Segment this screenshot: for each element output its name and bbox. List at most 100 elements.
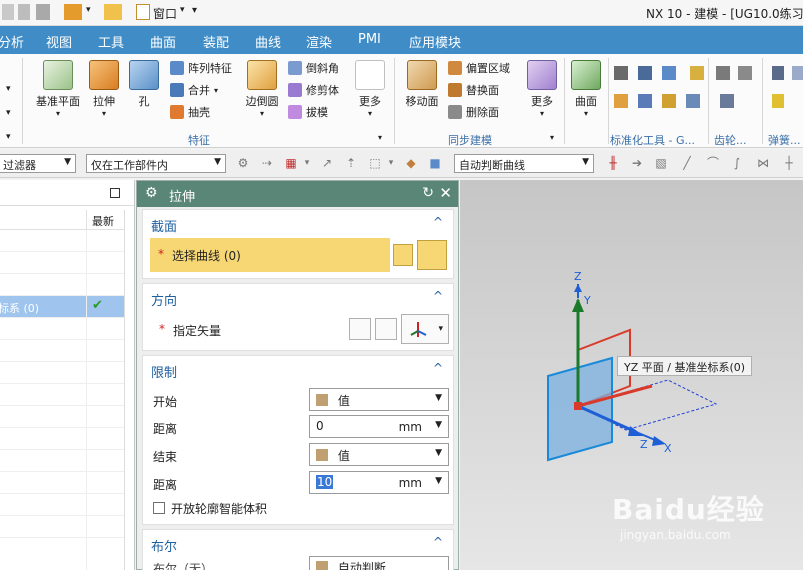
select-filter-icon[interactable]: ▦ (284, 156, 298, 170)
body-select-icon[interactable]: ■ (428, 156, 442, 170)
origin-point[interactable] (574, 402, 582, 410)
close-icon[interactable]: ✕ (439, 184, 452, 202)
gear-tool-icon-4[interactable] (720, 94, 734, 108)
table-row[interactable] (0, 428, 124, 450)
redo-icon[interactable] (2, 4, 14, 20)
rect-select-chevron-icon[interactable]: ▾ (384, 156, 398, 170)
boolean-select[interactable]: 自动判断 (309, 556, 449, 570)
vector-type-dropdown[interactable]: ▾ (401, 314, 449, 344)
point-icon[interactable]: ⋈ (756, 156, 770, 170)
gear-label[interactable]: 齿轮... (714, 132, 747, 148)
gear-tool-icon-2[interactable] (716, 66, 730, 80)
unite-button[interactable]: 合并 ▾ (170, 82, 218, 98)
distance2-input[interactable]: 10 mm ▼ (309, 471, 449, 494)
std-tool-icon-3[interactable] (662, 66, 676, 80)
datum-plane-button[interactable]: 基准平面 ▾ (34, 60, 82, 118)
table-row[interactable] (0, 318, 124, 340)
reset-icon[interactable]: ↻ (422, 185, 434, 201)
select-filter-chevron-icon[interactable]: ▾ (300, 156, 314, 170)
paste-icon[interactable] (36, 4, 50, 20)
ribbon-left-chevron-icon-2[interactable]: ▾ (6, 108, 11, 118)
cross-icon[interactable]: ┼ (782, 156, 796, 170)
spring-tool-icon-1[interactable] (772, 66, 784, 80)
spring-tool-icon-3[interactable] (772, 94, 784, 108)
table-row[interactable] (0, 406, 124, 428)
spline-icon[interactable]: ∫ (730, 156, 744, 170)
table-row[interactable] (0, 362, 124, 384)
menu-application[interactable]: 应用模块 (409, 32, 461, 51)
gear-tool-icon-3[interactable] (738, 66, 752, 80)
table-row[interactable] (0, 230, 124, 252)
maximize-icon[interactable] (110, 188, 120, 198)
table-row[interactable] (0, 472, 124, 494)
open-profile-checkbox[interactable] (153, 502, 165, 514)
table-row[interactable] (0, 494, 124, 516)
boolean-header[interactable]: 布尔 (151, 536, 177, 555)
distance1-input[interactable]: 0 mm ▼ (309, 415, 449, 438)
std-tool-icon-4[interactable] (614, 94, 628, 108)
window-menu[interactable]: 窗口 (153, 5, 177, 22)
type-filter-combo[interactable]: 过滤器 ▼ (0, 154, 76, 173)
table-row-selected[interactable]: 标系 (0) ✔ (0, 296, 124, 318)
trim-body-button[interactable]: 修剪体 (288, 82, 339, 98)
spring-tool-icon-2[interactable] (792, 66, 803, 80)
window-menu-chevron-icon[interactable]: ▾ (180, 5, 185, 15)
menu-tools[interactable]: 工具 (98, 32, 124, 51)
menu-surface[interactable]: 曲面 (150, 32, 176, 51)
col-latest[interactable]: 最新 (92, 213, 114, 229)
scope-combo[interactable]: 仅在工作部件内 ▼ (86, 154, 226, 173)
feature-group-chevron-icon[interactable]: ▾ (378, 133, 382, 142)
face-select-icon[interactable]: ◆ (404, 156, 418, 170)
gear-filter-icon[interactable]: ⚙ (236, 156, 250, 170)
menu-view[interactable]: 视图 (46, 32, 72, 51)
standard-parts-label[interactable]: 标准化工具 - G... (610, 132, 695, 148)
reverse-direction-icon[interactable] (349, 318, 371, 340)
limits-header[interactable]: 限制 (151, 362, 177, 381)
feature-more-button[interactable]: 更多 ▾ (352, 60, 388, 118)
start-type-select[interactable]: 值 ▼ (309, 388, 449, 411)
ribbon-left-chevron-icon-3[interactable]: ▾ (6, 132, 11, 142)
collapse-icon[interactable]: ^ (433, 535, 443, 549)
collapse-icon[interactable]: ^ (433, 289, 443, 303)
std-tool-icon-2[interactable] (638, 66, 652, 80)
gear-tool-icon-1[interactable] (690, 66, 704, 80)
snap-icon[interactable]: ⇢ (260, 156, 274, 170)
copy-icon[interactable] (18, 4, 30, 20)
offset-region-button[interactable]: 偏置区域 (448, 60, 510, 76)
delete-face-button[interactable]: 删除面 (448, 104, 499, 120)
menu-analysis[interactable]: 分析 (0, 32, 24, 51)
chevron-down-icon[interactable]: ▾ (86, 5, 91, 15)
std-tool-icon-6[interactable] (662, 94, 676, 108)
rect-select-icon[interactable]: ⬚ (368, 156, 382, 170)
forward-icon[interactable]: ➔ (630, 156, 644, 170)
sync-group-chevron-icon[interactable]: ▾ (550, 133, 554, 142)
extrude-button[interactable]: 拉伸 ▾ (86, 60, 122, 118)
table-row[interactable] (0, 274, 124, 296)
sync-more-button[interactable]: 更多 ▾ (524, 60, 560, 118)
vector-dialog-icon[interactable] (375, 318, 397, 340)
curve-rule-combo[interactable]: 自动判断曲线 ▼ (454, 154, 594, 173)
std-tool-icon-7[interactable] (686, 94, 700, 108)
move-face-button[interactable]: 移动面 (404, 60, 440, 109)
collapse-icon[interactable]: ^ (433, 361, 443, 375)
edge-blend-button[interactable]: 边倒圆 ▾ (240, 60, 284, 118)
menu-curve[interactable]: 曲线 (255, 32, 281, 51)
menu-assembly[interactable]: 装配 (203, 32, 229, 51)
hole-button[interactable]: 孔 (128, 60, 160, 109)
touch-mode-icon[interactable] (64, 4, 82, 20)
replace-face-button[interactable]: 替换面 (448, 82, 499, 98)
menu-pmi[interactable]: PMI (358, 32, 381, 47)
table-row[interactable] (0, 450, 124, 472)
draft-button[interactable]: 拔模 (288, 104, 328, 120)
sketch-section-icon[interactable] (393, 244, 413, 266)
ribbon-left-chevron-icon[interactable]: ▾ (6, 84, 11, 94)
end-type-select[interactable]: 值 ▼ (309, 443, 449, 466)
table-row[interactable] (0, 384, 124, 406)
spring-label[interactable]: 弹簧... (768, 132, 801, 148)
section-header[interactable]: 截面 (151, 216, 177, 235)
shell-button[interactable]: 抽壳 (170, 104, 210, 120)
brush-icon[interactable] (104, 4, 122, 20)
arc-icon[interactable]: ⌒ (706, 156, 720, 170)
select-curve-row[interactable]: * 选择曲线 (0) (150, 238, 390, 272)
gear-icon[interactable]: ⚙ (145, 185, 158, 201)
